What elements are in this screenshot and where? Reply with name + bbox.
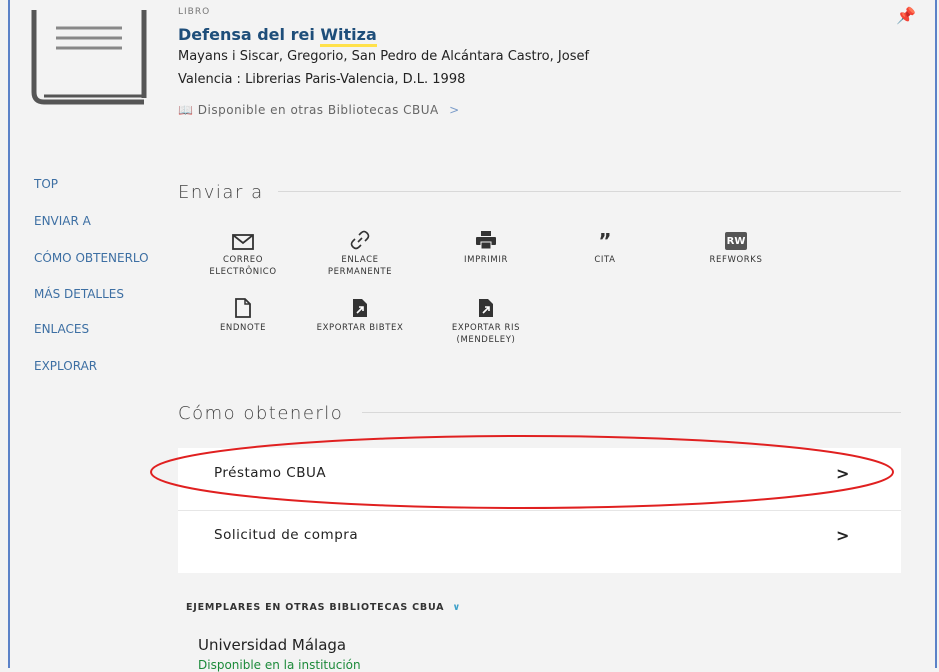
refworks-icon: RW (688, 226, 784, 250)
action-refworks-label: REFWORKS (709, 255, 763, 265)
nav-item-enlaces[interactable]: ENLACES (34, 322, 89, 336)
print-icon (438, 226, 534, 250)
copies-header[interactable]: EJEMPLARES EN OTRAS BIBLIOTECAS CBUA ∨ (186, 602, 461, 613)
action-export-bibtex-label: EXPORTAR BIBTEX (316, 323, 404, 333)
action-email-label: CORREO ELECTRÔNICO (209, 255, 277, 277)
export-icon (438, 294, 534, 318)
nav-item-explorar[interactable]: EXPLORAR (34, 359, 97, 373)
annotation-oval (150, 435, 894, 509)
action-permalink[interactable]: ENLACE PERMANENTE (312, 226, 408, 278)
availability-link[interactable]: 📖 Disponible en otras Bibliotecas CBUA > (178, 103, 460, 117)
record-type: LIBRO (178, 7, 211, 17)
record-title[interactable]: Defensa del rei Witiza (178, 25, 377, 47)
record-title-highlight[interactable]: Witiza (320, 25, 377, 47)
link-icon (312, 226, 408, 250)
option-solicitud-compra[interactable]: Solicitud de compra > (178, 511, 901, 573)
action-permalink-label: ENLACE PERMANENTE (327, 255, 393, 277)
action-email[interactable]: CORREO ELECTRÔNICO (195, 226, 291, 278)
library-status: Disponible en la institución (198, 658, 361, 672)
library-name[interactable]: Universidad Málaga (198, 636, 346, 654)
availability-text: Disponible en otras Bibliotecas CBUA (197, 103, 439, 117)
section-divider (362, 412, 901, 413)
refworks-badge: RW (725, 232, 747, 250)
mail-icon (195, 226, 291, 250)
action-cite-label: CITA (594, 255, 616, 265)
section-divider (278, 191, 901, 192)
nav-item-como-obtenerlo[interactable]: CÓMO OBTENERLO (34, 251, 149, 265)
nav-item-mas-detalles[interactable]: MÁS DETALLES (34, 287, 124, 301)
record-publication: Valencia : Librerias Paris-Valencia, D.L… (178, 72, 466, 87)
action-refworks[interactable]: RW REFWORKS (688, 226, 784, 266)
chevron-right-icon: > (836, 526, 850, 545)
record-title-text[interactable]: Defensa del rei (178, 25, 320, 44)
option-label: Solicitud de compra (214, 527, 359, 543)
section-title-how-to-get: Cómo obtenerlo (178, 403, 344, 424)
export-icon (312, 294, 408, 318)
action-print-label: IMPRIMIR (464, 255, 508, 265)
action-export-ris[interactable]: EXPORTAR RIS (MENDELEY) (438, 294, 534, 346)
action-cite[interactable]: ” CITA (557, 226, 653, 266)
book-thumbnail-icon (30, 10, 148, 114)
book-open-icon: 📖 (178, 103, 194, 117)
pin-icon[interactable]: 📌 (896, 6, 916, 25)
action-print[interactable]: IMPRIMIR (438, 226, 534, 266)
chevron-down-icon: ∨ (452, 602, 461, 613)
action-export-ris-label: EXPORTAR RIS (MENDELEY) (451, 323, 521, 345)
copies-header-text: EJEMPLARES EN OTRAS BIBLIOTECAS CBUA (186, 602, 445, 613)
nav-item-enviar-a[interactable]: ENVIAR A (34, 214, 91, 228)
action-endnote-label: ENDNOTE (219, 323, 267, 333)
nav-item-top[interactable]: TOP (34, 177, 58, 191)
availability-chevron-icon: > (449, 103, 460, 117)
action-export-bibtex[interactable]: EXPORTAR BIBTEX (312, 294, 408, 334)
record-author: Mayans i Siscar, Gregorio, San Pedro de … (178, 49, 590, 64)
section-title-send-to: Enviar a (178, 182, 264, 203)
file-icon (195, 294, 291, 318)
quote-icon: ” (598, 229, 612, 253)
action-endnote[interactable]: ENDNOTE (195, 294, 291, 334)
